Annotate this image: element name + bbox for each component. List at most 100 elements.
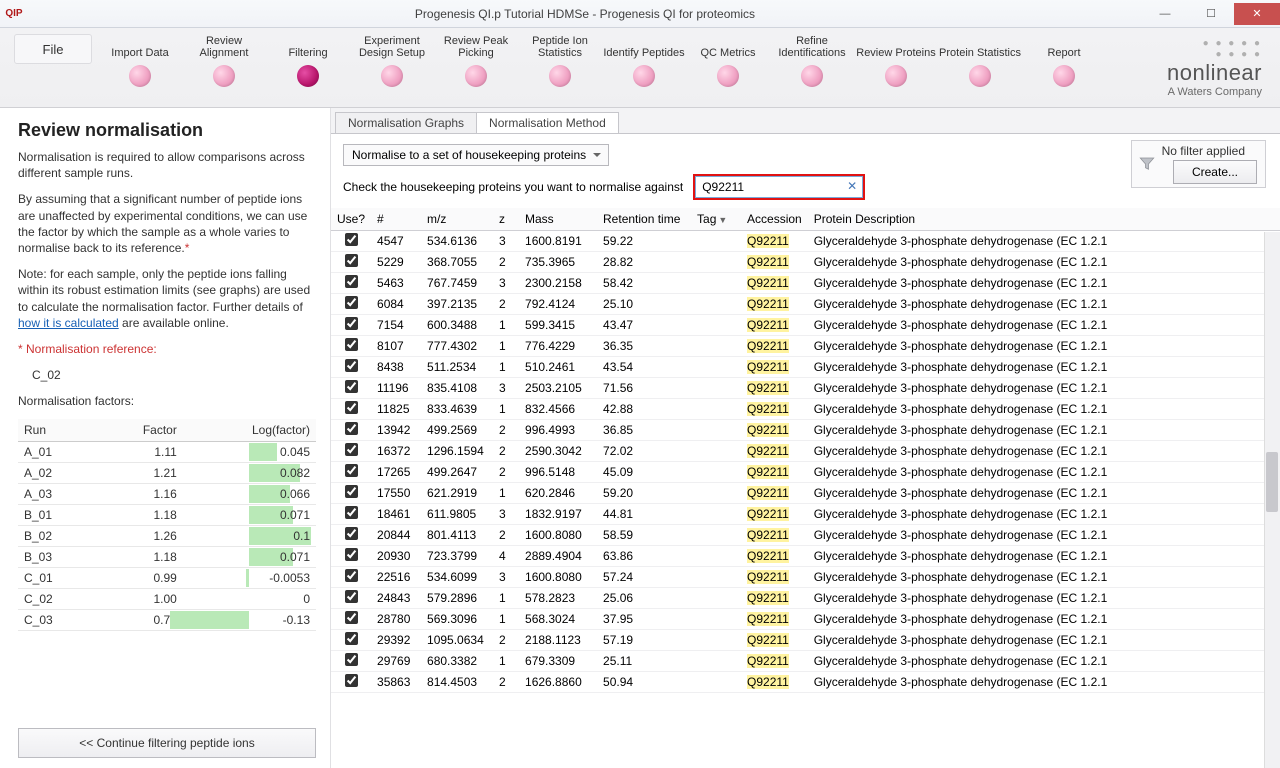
use-checkbox[interactable] — [345, 674, 358, 687]
workflow-step[interactable]: Filtering — [266, 28, 350, 108]
nf-row[interactable]: C_030.74-0.13 — [18, 610, 316, 631]
use-checkbox[interactable] — [345, 611, 358, 624]
use-checkbox[interactable] — [345, 590, 358, 603]
th-tag[interactable]: Tag▼ — [691, 208, 741, 231]
use-checkbox[interactable] — [345, 464, 358, 477]
workflow-step[interactable]: Review Proteins — [854, 28, 938, 108]
th-num[interactable]: # — [371, 208, 421, 231]
use-checkbox[interactable] — [345, 443, 358, 456]
table-row[interactable]: 17265499.26472996.514845.09Q92211Glycera… — [331, 462, 1280, 483]
use-checkbox[interactable] — [345, 527, 358, 540]
table-row[interactable]: 20930723.379942889.490463.86Q92211Glycer… — [331, 546, 1280, 567]
workflow-step[interactable]: QC Metrics — [686, 28, 770, 108]
nf-row[interactable]: B_011.180.071 — [18, 505, 316, 526]
use-checkbox[interactable] — [345, 569, 358, 582]
filter-box: No filter applied Create... — [1131, 140, 1266, 188]
continue-filtering-button[interactable]: << Continue filtering peptide ions — [18, 728, 316, 758]
use-checkbox[interactable] — [345, 653, 358, 666]
workflow-step[interactable]: Report — [1022, 28, 1106, 108]
workflow-step[interactable]: Refine Identifications — [770, 28, 854, 108]
table-row[interactable]: 35863814.450321626.886050.94Q92211Glycer… — [331, 672, 1280, 693]
tab-normalisation-method[interactable]: Normalisation Method — [476, 112, 619, 133]
table-row[interactable]: 28780569.30961568.302437.95Q92211Glycera… — [331, 609, 1280, 630]
th-use[interactable]: Use? — [331, 208, 371, 231]
step-dot-icon — [129, 65, 151, 87]
table-row[interactable]: 8438511.25341510.246143.54Q92211Glyceral… — [331, 357, 1280, 378]
use-checkbox[interactable] — [345, 317, 358, 330]
th-rt[interactable]: Retention time — [597, 208, 691, 231]
th-mz[interactable]: m/z — [421, 208, 493, 231]
step-dot-icon — [1053, 65, 1075, 87]
workflow-step[interactable]: Review Peak Picking — [434, 28, 518, 108]
maximize-button[interactable]: ☐ — [1188, 3, 1234, 25]
clear-search-icon[interactable]: ✕ — [847, 179, 857, 193]
use-checkbox[interactable] — [345, 359, 358, 372]
use-checkbox[interactable] — [345, 275, 358, 288]
table-row[interactable]: 6084397.21352792.412425.10Q92211Glyceral… — [331, 294, 1280, 315]
use-checkbox[interactable] — [345, 233, 358, 246]
workflow-step[interactable]: Experiment Design Setup — [350, 28, 434, 108]
file-menu[interactable]: File — [14, 34, 92, 64]
housekeeping-search-input[interactable] — [695, 176, 863, 198]
nf-row[interactable]: B_031.180.071 — [18, 547, 316, 568]
nf-header-factor[interactable]: Factor — [95, 419, 182, 442]
normalise-mode-select[interactable]: Normalise to a set of housekeeping prote… — [343, 144, 609, 166]
th-accession[interactable]: Accession — [741, 208, 808, 231]
table-row[interactable]: 13942499.25692996.499336.85Q92211Glycera… — [331, 420, 1280, 441]
use-checkbox[interactable] — [345, 338, 358, 351]
sidebar: Review normalisation Normalisation is re… — [0, 108, 330, 768]
table-row[interactable]: 293921095.063422188.112357.19Q92211Glyce… — [331, 630, 1280, 651]
tab-normalisation-graphs[interactable]: Normalisation Graphs — [335, 112, 477, 133]
use-checkbox[interactable] — [345, 548, 358, 561]
use-checkbox[interactable] — [345, 506, 358, 519]
th-mass[interactable]: Mass — [519, 208, 597, 231]
use-checkbox[interactable] — [345, 380, 358, 393]
nf-header-log[interactable]: Log(factor) — [183, 419, 316, 442]
sidebar-para-1: Normalisation is required to allow compa… — [18, 149, 316, 181]
nf-row[interactable]: C_021.000 — [18, 589, 316, 610]
table-row[interactable]: 5229368.70552735.396528.82Q92211Glyceral… — [331, 252, 1280, 273]
workflow-step[interactable]: Peptide Ion Statistics — [518, 28, 602, 108]
use-checkbox[interactable] — [345, 632, 358, 645]
nf-row[interactable]: A_011.110.045 — [18, 442, 316, 463]
table-row[interactable]: 18461611.980531832.919744.81Q92211Glycer… — [331, 504, 1280, 525]
scrollbar-thumb[interactable] — [1266, 452, 1278, 512]
table-row[interactable]: 163721296.159422590.304272.02Q92211Glyce… — [331, 441, 1280, 462]
use-checkbox[interactable] — [345, 296, 358, 309]
close-button[interactable]: ✕ — [1234, 3, 1280, 25]
normalisation-reference-label: * Normalisation reference: — [18, 341, 316, 357]
table-row[interactable]: 22516534.609931600.808057.24Q92211Glycer… — [331, 567, 1280, 588]
nf-row[interactable]: C_010.99-0.0053 — [18, 568, 316, 589]
table-row[interactable]: 7154600.34881599.341543.47Q92211Glyceral… — [331, 315, 1280, 336]
table-row[interactable]: 24843579.28961578.282325.06Q92211Glycera… — [331, 588, 1280, 609]
workflow-step[interactable]: Protein Statistics — [938, 28, 1022, 108]
th-description[interactable]: Protein Description — [808, 208, 1280, 231]
table-row[interactable]: 8107777.43021776.422936.35Q92211Glyceral… — [331, 336, 1280, 357]
use-checkbox[interactable] — [345, 254, 358, 267]
table-row[interactable]: 29769680.33821679.330925.11Q92211Glycera… — [331, 651, 1280, 672]
filter-status-text: No filter applied — [1162, 144, 1245, 158]
use-checkbox[interactable] — [345, 422, 358, 435]
workflow-step[interactable]: Review Alignment — [182, 28, 266, 108]
use-checkbox[interactable] — [345, 485, 358, 498]
nf-row[interactable]: A_021.210.082 — [18, 463, 316, 484]
nf-header-run[interactable]: Run — [18, 419, 95, 442]
use-checkbox[interactable] — [345, 401, 358, 414]
table-row[interactable]: 5463767.745932300.215858.42Q92211Glycera… — [331, 273, 1280, 294]
table-row[interactable]: 11825833.46391832.456642.88Q92211Glycera… — [331, 399, 1280, 420]
normalisation-factors-table: Run Factor Log(factor) A_011.110.045A_02… — [18, 419, 316, 631]
th-z[interactable]: z — [493, 208, 519, 231]
create-filter-button[interactable]: Create... — [1173, 160, 1257, 184]
workflow-step[interactable]: Import Data — [98, 28, 182, 108]
table-row[interactable]: 4547534.613631600.819159.22Q92211Glycera… — [331, 231, 1280, 252]
content-pane: Normalisation Graphs Normalisation Metho… — [330, 108, 1280, 768]
how-calculated-link[interactable]: how it is calculated — [18, 316, 119, 330]
table-row[interactable]: 20844801.411321600.808058.59Q92211Glycer… — [331, 525, 1280, 546]
nf-row[interactable]: B_021.260.1 — [18, 526, 316, 547]
nf-row[interactable]: A_031.160.066 — [18, 484, 316, 505]
minimize-button[interactable]: — — [1142, 3, 1188, 25]
table-row[interactable]: 17550621.29191620.284659.20Q92211Glycera… — [331, 483, 1280, 504]
scrollbar[interactable] — [1264, 232, 1280, 768]
workflow-step[interactable]: Identify Peptides — [602, 28, 686, 108]
table-row[interactable]: 11196835.410832503.210571.56Q92211Glycer… — [331, 378, 1280, 399]
